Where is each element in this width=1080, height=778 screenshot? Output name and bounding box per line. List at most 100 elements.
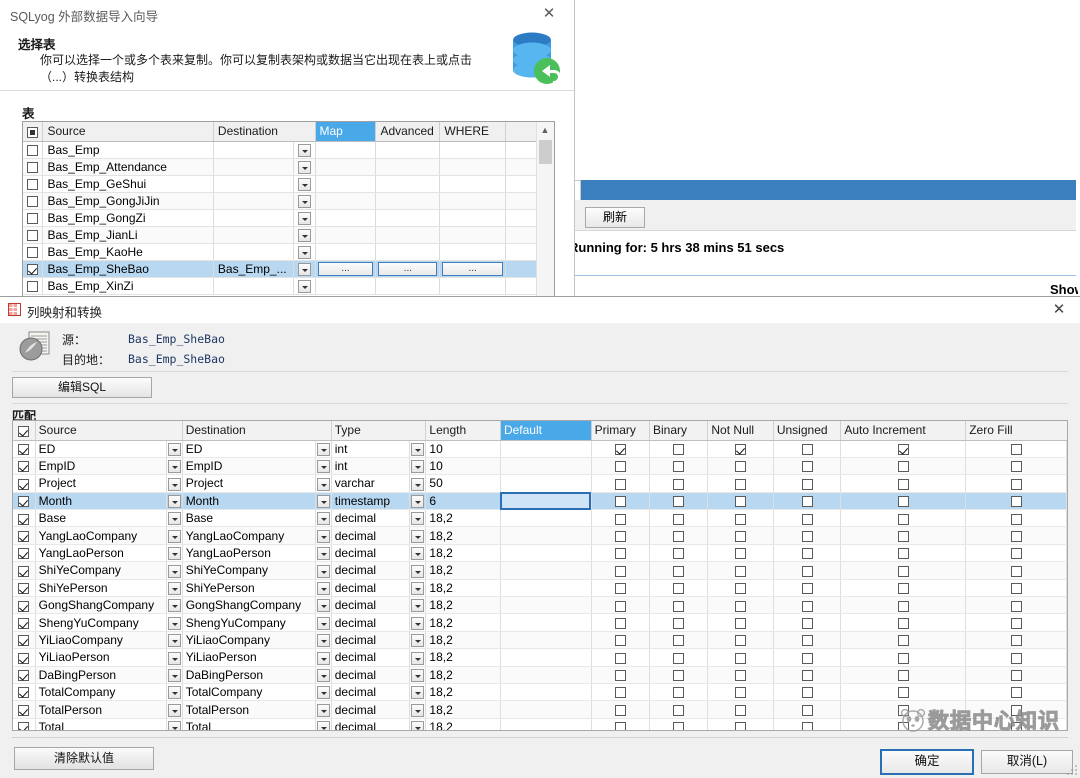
zero-fill-cell[interactable] [965,579,1067,598]
not-null-checkbox[interactable] [735,670,747,682]
cell-destination[interactable]: ShiYePerson [182,579,316,598]
row-select-cell[interactable] [13,544,36,563]
zero-fill-checkbox[interactable] [1010,583,1022,595]
row-select-checkbox[interactable] [18,461,30,473]
header-advanced[interactable]: Advanced [375,122,441,142]
destination-dropdown-cell[interactable] [315,613,332,632]
destination-dropdown-cell[interactable] [293,209,316,227]
primary-checkbox[interactable] [614,704,626,716]
binary-checkbox[interactable] [673,548,685,560]
destination-dropdown-cell[interactable] [315,492,332,511]
binary-checkbox[interactable] [673,496,685,508]
unsigned-checkbox[interactable] [801,617,813,629]
row-select-cell[interactable] [13,492,36,511]
destination-dropdown-cell[interactable] [315,440,332,458]
cell-type[interactable]: decimal [331,648,411,667]
type-dropdown-cell[interactable] [409,440,427,458]
cell-length[interactable]: 6 [425,492,501,511]
mapping-row[interactable]: ShiYeCompany ShiYeCompany decimal 18,2 [13,561,1067,580]
row-select-cell[interactable] [13,666,36,684]
header-type[interactable]: Type [331,421,427,441]
row-select-cell[interactable] [23,209,44,227]
unsigned-cell[interactable] [773,561,842,580]
primary-checkbox[interactable] [614,461,626,473]
table-row[interactable]: Bas_Emp_XinZi [23,277,554,295]
zero-fill-checkbox[interactable] [1010,600,1022,612]
not-null-checkbox[interactable] [735,496,747,508]
primary-checkbox[interactable] [614,565,626,577]
primary-checkbox[interactable] [614,478,626,490]
cell-length[interactable]: 18,2 [425,718,501,730]
unsigned-cell[interactable] [773,700,842,719]
cell-length[interactable]: 18,2 [425,648,501,667]
cell-length[interactable]: 18,2 [425,666,501,684]
cell-destination[interactable] [213,175,294,193]
chevron-down-icon[interactable] [316,668,330,682]
cell-default[interactable] [500,631,592,650]
not-null-checkbox[interactable] [735,461,747,473]
destination-dropdown-cell[interactable] [315,474,332,493]
cell-destination[interactable] [213,277,294,295]
zero-fill-checkbox[interactable] [1010,652,1022,664]
cell-type[interactable]: decimal [331,544,411,563]
unsigned-cell[interactable] [773,474,842,493]
primary-cell[interactable] [591,509,650,528]
chevron-down-icon[interactable] [167,616,181,630]
cell-length[interactable]: 18,2 [425,700,501,719]
row-select-cell[interactable] [13,440,36,458]
type-dropdown-cell[interactable] [409,492,427,511]
ok-button[interactable]: 确定 [880,749,974,775]
zero-fill-cell[interactable] [965,457,1067,476]
primary-checkbox[interactable] [614,583,626,595]
destination-dropdown-cell[interactable] [315,544,332,563]
not-null-checkbox[interactable] [735,530,747,542]
row-select-cell[interactable] [23,226,44,244]
zero-fill-cell[interactable] [965,648,1067,667]
zero-fill-cell[interactable] [965,631,1067,650]
not-null-checkbox[interactable] [735,600,747,612]
cell-destination[interactable] [213,243,294,261]
zero-fill-cell[interactable] [965,700,1067,719]
cell-where[interactable] [439,277,506,295]
row-select-cell[interactable] [13,631,36,650]
cell-length[interactable]: 18,2 [425,596,501,615]
cell-source[interactable]: TotalPerson [35,700,167,719]
auto-increment-checkbox[interactable] [897,513,909,525]
table-row[interactable]: Bas_Emp_GongZi [23,209,554,227]
not-null-checkbox[interactable] [735,444,747,456]
auto-increment-checkbox[interactable] [897,461,909,473]
chevron-down-icon[interactable] [411,477,425,491]
chevron-down-icon[interactable] [167,581,181,595]
primary-checkbox[interactable] [614,722,626,730]
chevron-down-icon[interactable] [167,686,181,700]
unsigned-checkbox[interactable] [801,478,813,490]
table-row[interactable]: Bas_Emp_SheBao Bas_Emp_............ [23,260,554,278]
not-null-cell[interactable] [707,666,774,684]
type-dropdown-cell[interactable] [409,683,427,702]
cell-source[interactable]: YangLaoCompany [35,526,167,545]
primary-cell[interactable] [591,492,650,511]
not-null-checkbox[interactable] [735,565,747,577]
unsigned-cell[interactable] [773,544,842,563]
mapping-row[interactable]: ED ED int 10 [13,440,1067,458]
cell-map[interactable] [315,277,377,295]
row-select-cell[interactable] [13,648,36,667]
auto-increment-cell[interactable] [840,700,967,719]
not-null-cell[interactable] [707,526,774,545]
chevron-down-icon[interactable] [316,634,330,648]
binary-checkbox[interactable] [673,635,685,647]
row-select-checkbox[interactable] [27,246,38,258]
unsigned-checkbox[interactable] [801,635,813,647]
cell-type[interactable]: decimal [331,561,411,580]
row-select-checkbox[interactable] [18,722,30,730]
binary-checkbox[interactable] [673,478,685,490]
not-null-cell[interactable] [707,579,774,598]
cell-default[interactable] [500,544,592,563]
unsigned-checkbox[interactable] [801,530,813,542]
type-dropdown-cell[interactable] [409,474,427,493]
header-zero-fill[interactable]: Zero Fill [965,421,1067,441]
not-null-cell[interactable] [707,613,774,632]
cell-source[interactable]: ED [35,440,167,458]
cell-type[interactable]: varchar [331,474,411,493]
unsigned-checkbox[interactable] [801,496,813,508]
